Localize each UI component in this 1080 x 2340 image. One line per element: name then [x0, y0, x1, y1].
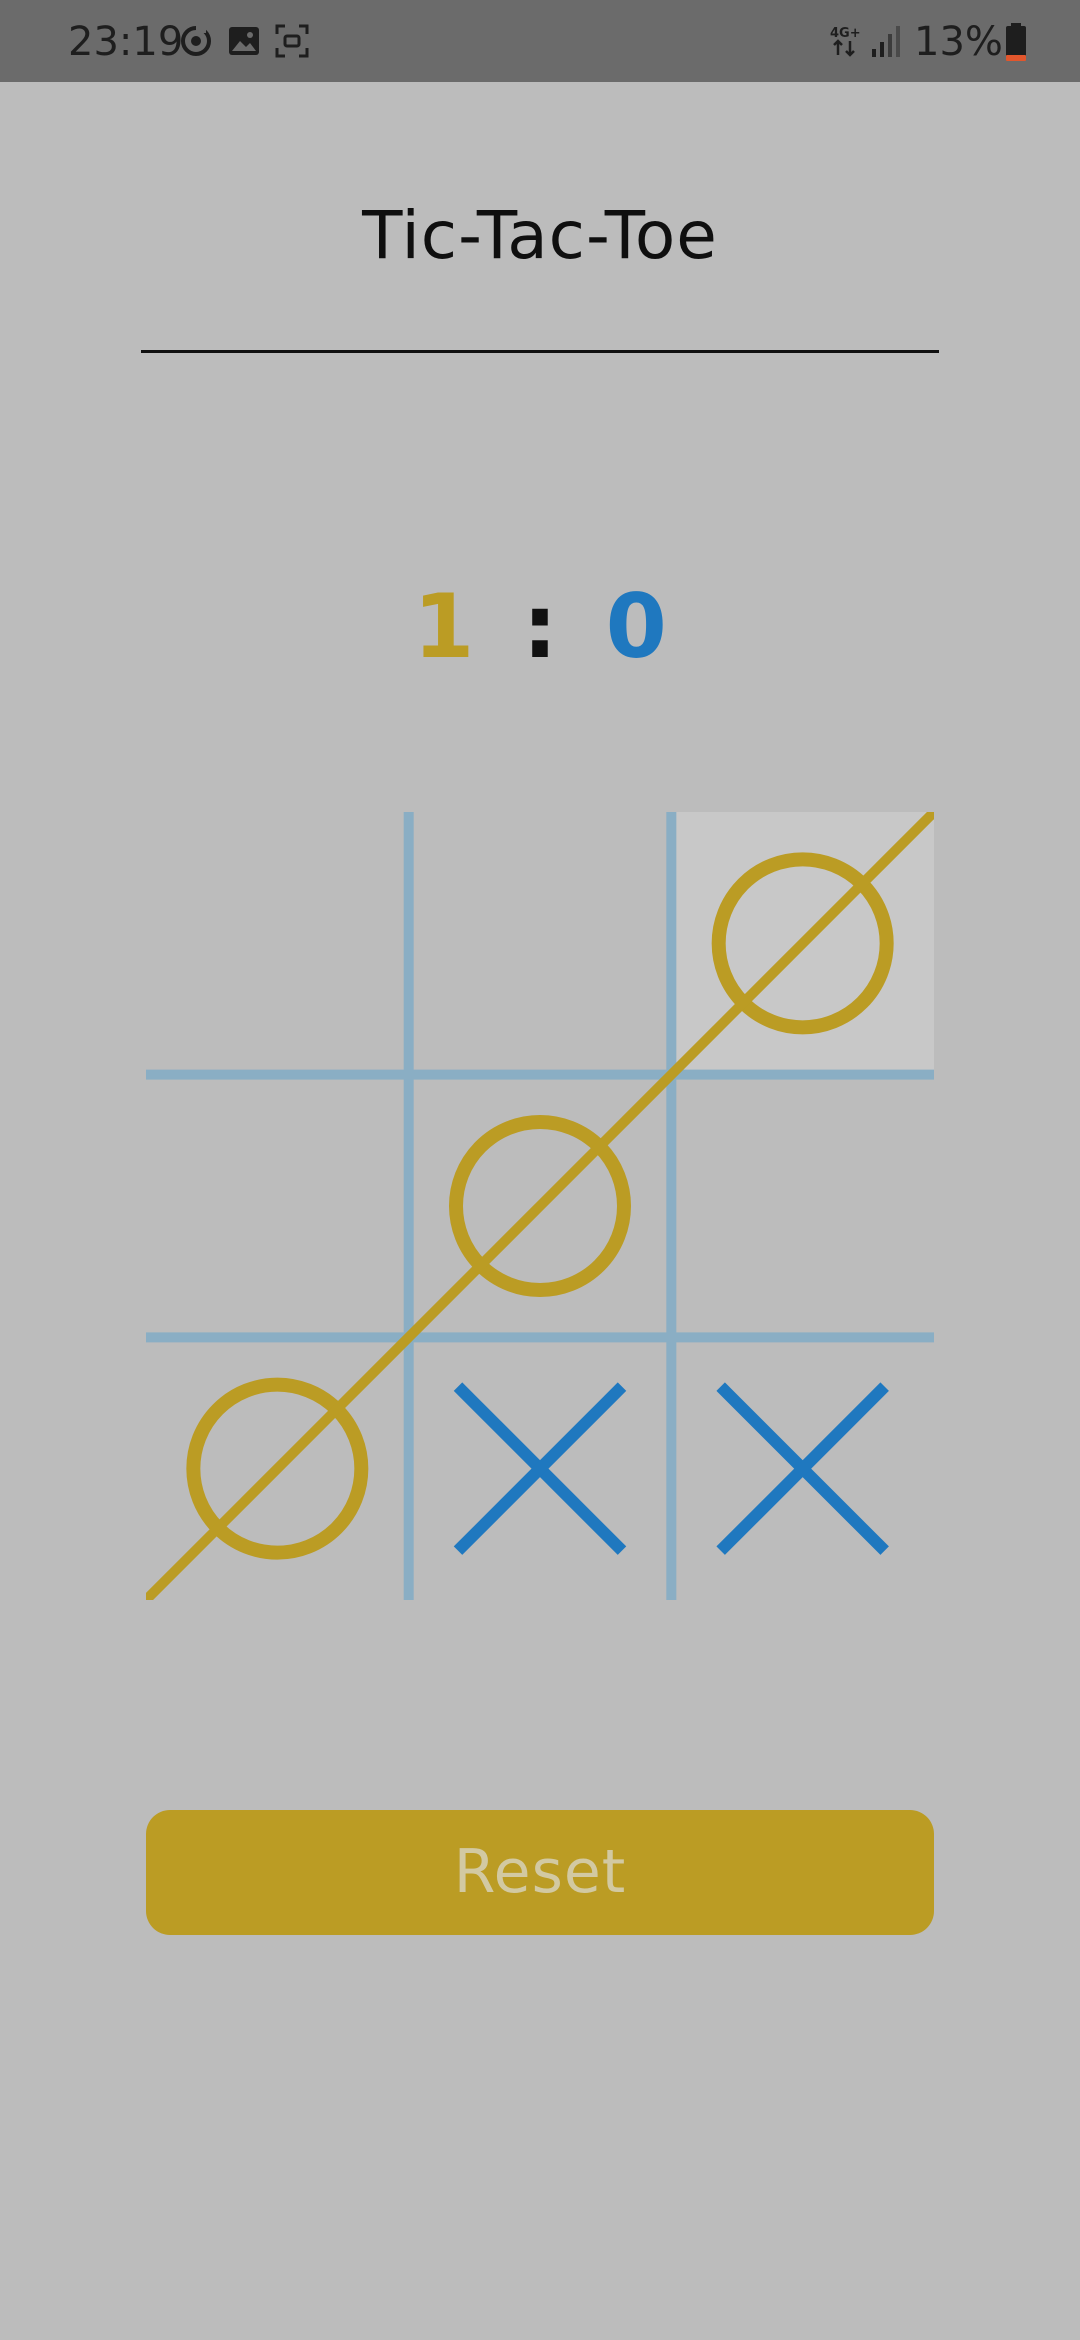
scoreboard: 1:0 [0, 572, 1080, 682]
cell-0-0[interactable] [146, 812, 408, 1074]
cell-2-1[interactable] [408, 1336, 670, 1598]
cell-0-1[interactable] [408, 812, 670, 1074]
title-divider [141, 350, 939, 353]
battery-icon [1006, 23, 1026, 61]
sync-icon [181, 25, 211, 56]
page-title: Tic-Tac-Toe [362, 197, 718, 274]
network-label: 4G+ [830, 26, 861, 41]
cell-0-2[interactable] [670, 812, 932, 1074]
reset-button[interactable]: Reset [146, 1810, 934, 1935]
signal-icon [872, 26, 900, 57]
cell-1-1[interactable] [408, 1074, 670, 1336]
score-separator: : [522, 575, 558, 678]
game-board [146, 812, 934, 1600]
game-screen: 23:19 4G+ 13% Tic-Tac-Toe 1: 0 Reset [0, 0, 1080, 2340]
cell-1-2[interactable] [670, 1074, 932, 1336]
status-time: 23:19 [68, 19, 184, 65]
score-o: 1 [413, 575, 475, 678]
screenshot-icon [275, 24, 309, 58]
network-4g-icon: 4G+ [830, 26, 861, 57]
cell-2-2[interactable] [670, 1336, 932, 1598]
cell-2-0[interactable] [146, 1336, 408, 1598]
status-bar: 23:19 4G+ 13% [0, 0, 1080, 82]
cell-1-0[interactable] [146, 1074, 408, 1336]
battery-percent: 13% [914, 19, 1003, 65]
score-x: 0 [605, 575, 667, 678]
gallery-icon [229, 27, 259, 55]
